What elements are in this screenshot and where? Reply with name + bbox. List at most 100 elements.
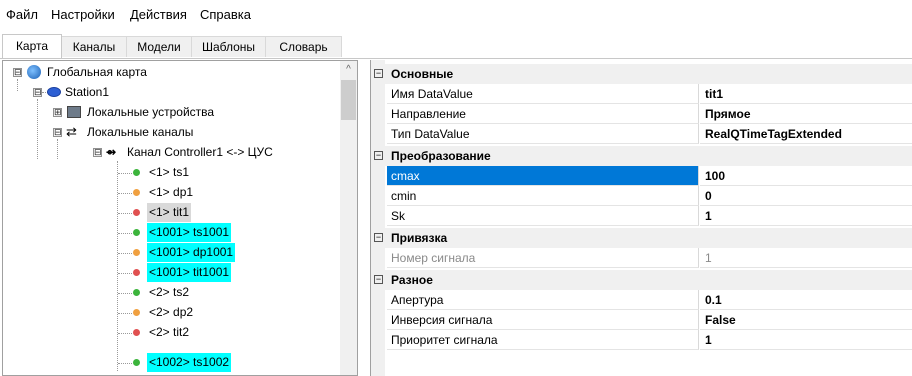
property-name: Инверсия сигнала bbox=[387, 310, 699, 330]
orange-dot-icon bbox=[133, 189, 140, 196]
property-value[interactable]: tit1 bbox=[700, 84, 912, 104]
globe-icon bbox=[27, 65, 41, 79]
tree-connector bbox=[118, 193, 132, 194]
menu-help[interactable]: Справка bbox=[200, 7, 251, 22]
collapse-icon[interactable]: − bbox=[374, 69, 383, 78]
tree-item-label: <1> dp1 bbox=[149, 185, 194, 199]
tree-connector bbox=[17, 79, 18, 91]
scrollbar-thumb[interactable] bbox=[341, 80, 356, 120]
menu-file[interactable]: Файл bbox=[6, 7, 38, 22]
property-value[interactable]: RealQTimeTagExtended bbox=[700, 124, 912, 144]
category-transform[interactable]: − Преобразование bbox=[371, 146, 912, 166]
tab-templates[interactable]: Шаблоны bbox=[191, 36, 266, 57]
category-label: Привязка bbox=[391, 231, 448, 245]
tree-item-label: <1001> ts1001 bbox=[147, 223, 232, 242]
scroll-up-icon[interactable]: ^ bbox=[340, 61, 357, 78]
tree-item-label: <1001> dp1001 bbox=[147, 243, 236, 262]
property-row[interactable]: Приоритет сигнала 1 bbox=[371, 330, 912, 350]
property-grid: − Основные Имя DataValue tit1 Направлени… bbox=[370, 60, 912, 376]
property-row[interactable]: Тип DataValue RealQTimeTagExtended bbox=[371, 124, 912, 144]
property-row[interactable]: Sk 1 bbox=[371, 206, 912, 226]
tree-connector bbox=[118, 313, 132, 314]
tree-node-label: Глобальная карта bbox=[47, 65, 147, 79]
tree-item-label: <1> ts1 bbox=[149, 165, 190, 179]
property-row[interactable]: Направление Прямое bbox=[371, 104, 912, 124]
tab-dictionary[interactable]: Словарь bbox=[265, 36, 342, 57]
property-name: Направление bbox=[387, 104, 699, 124]
green-dot-icon bbox=[133, 289, 140, 296]
property-row[interactable]: cmin 0 bbox=[371, 186, 912, 206]
expand-icon[interactable]: ⊞ bbox=[53, 108, 62, 117]
category-binding[interactable]: − Привязка bbox=[371, 228, 912, 248]
orange-dot-icon bbox=[133, 249, 140, 256]
property-value[interactable]: False bbox=[700, 310, 912, 330]
tree-node-label: Локальные каналы bbox=[87, 125, 194, 139]
red-dot-icon bbox=[133, 269, 140, 276]
property-name: cmin bbox=[387, 186, 699, 206]
tree-node-label: Канал Controller1 <-> ЦУС bbox=[127, 145, 273, 159]
property-value[interactable]: 0.1 bbox=[700, 290, 912, 310]
tree-connector bbox=[118, 333, 132, 334]
property-name: Приоритет сигнала bbox=[387, 330, 699, 350]
property-row-readonly[interactable]: Номер сигнала 1 bbox=[371, 248, 912, 268]
link-icon: ⇴ bbox=[106, 145, 117, 159]
orange-dot-icon bbox=[133, 309, 140, 316]
property-name: Имя DataValue bbox=[387, 84, 699, 104]
collapse-icon[interactable]: − bbox=[374, 151, 383, 160]
property-row[interactable]: Апертура 0.1 bbox=[371, 290, 912, 310]
tree-item-label: <1002> ts1002 bbox=[147, 353, 232, 372]
tree-connector bbox=[118, 233, 132, 234]
tree-item-label: <2> ts2 bbox=[149, 285, 190, 299]
menu-settings[interactable]: Настройки bbox=[51, 7, 115, 22]
property-row-selected[interactable]: cmax 100 bbox=[371, 166, 912, 186]
property-row[interactable]: Имя DataValue tit1 bbox=[371, 84, 912, 104]
tab-channels[interactable]: Каналы bbox=[61, 36, 127, 57]
tree-scrollbar[interactable]: ^ bbox=[340, 61, 357, 375]
green-dot-icon bbox=[133, 359, 140, 366]
collapse-icon[interactable]: ⊟ bbox=[53, 128, 62, 137]
green-dot-icon bbox=[133, 229, 140, 236]
property-value[interactable]: Прямое bbox=[700, 104, 912, 124]
property-value: 1 bbox=[700, 248, 912, 268]
category-label: Разное bbox=[391, 273, 433, 287]
collapse-icon[interactable]: − bbox=[374, 275, 383, 284]
tree-connector bbox=[118, 293, 132, 294]
property-row[interactable]: Инверсия сигнала False bbox=[371, 310, 912, 330]
property-value[interactable]: 0 bbox=[700, 186, 912, 206]
property-name: Тип DataValue bbox=[387, 124, 699, 144]
tree-item-label: <1> tit1 bbox=[147, 203, 192, 222]
tab-map[interactable]: Карта bbox=[2, 34, 62, 58]
property-value[interactable]: 1 bbox=[700, 330, 912, 350]
tree-node-label: Station1 bbox=[65, 85, 110, 99]
tabs-divider bbox=[0, 58, 912, 59]
collapse-icon[interactable]: ⊟ bbox=[33, 88, 42, 97]
category-label: Преобразование bbox=[391, 149, 491, 163]
collapse-icon[interactable]: ⊟ bbox=[13, 68, 22, 77]
tree-node-label: Локальные устройства bbox=[87, 105, 215, 119]
category-misc[interactable]: − Разное bbox=[371, 270, 912, 290]
property-value[interactable]: 100 bbox=[700, 166, 912, 186]
tree-item-label: <2> dp2 bbox=[149, 305, 194, 319]
property-name: Номер сигнала bbox=[387, 248, 699, 268]
green-dot-icon bbox=[133, 169, 140, 176]
collapse-icon[interactable]: − bbox=[374, 233, 383, 242]
tree-item-label: <2> tit2 bbox=[149, 325, 190, 339]
menu-actions[interactable]: Действия bbox=[130, 7, 187, 22]
category-label: Основные bbox=[391, 67, 454, 81]
tree-connector bbox=[118, 213, 132, 214]
menu-bar: Файл Настройки Действия Справка bbox=[0, 0, 912, 30]
tree-connector bbox=[37, 99, 38, 159]
category-basic[interactable]: − Основные bbox=[371, 64, 912, 84]
collapse-icon[interactable]: ⊟ bbox=[93, 148, 102, 157]
tab-strip: Каналы Модели Шаблоны Словарь Карта bbox=[0, 34, 912, 59]
tree-connector bbox=[57, 139, 58, 159]
property-name: Апертура bbox=[387, 290, 699, 310]
property-value[interactable]: 1 bbox=[700, 206, 912, 226]
network-icon: ⇄ bbox=[66, 124, 77, 139]
devices-icon bbox=[67, 106, 81, 118]
tree-connector bbox=[118, 273, 132, 274]
map-tree[interactable]: ⊟ Глобальная карта ⊟ Station1 ⊞ Локальны… bbox=[2, 60, 358, 376]
station-icon bbox=[47, 87, 61, 97]
property-name: Sk bbox=[387, 206, 699, 226]
tab-models[interactable]: Модели bbox=[126, 36, 192, 57]
